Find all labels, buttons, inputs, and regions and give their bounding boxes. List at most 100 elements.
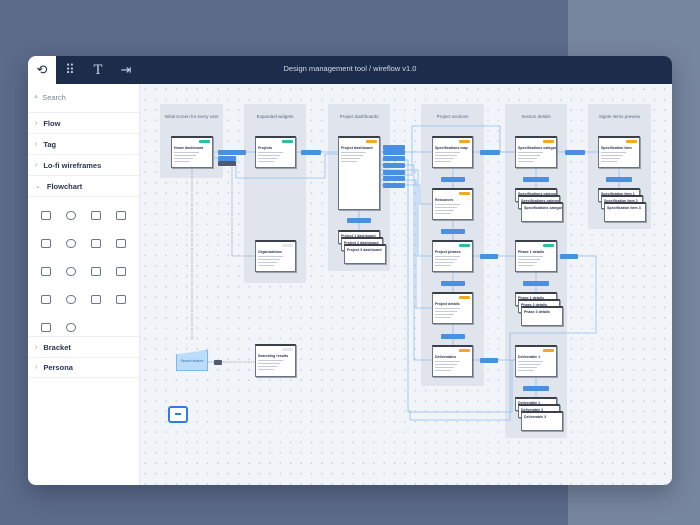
connector-label[interactable] (218, 161, 236, 166)
text-line (435, 207, 457, 208)
wireframe-card[interactable]: Home dashboard (171, 136, 213, 168)
wireframe-card[interactable]: Specifications category (515, 136, 557, 168)
card-title: Resources (435, 198, 454, 202)
flowchart-shape-icon[interactable] (116, 295, 126, 304)
wireframe-card[interactable]: Project details (432, 292, 473, 324)
window-title: Design management tool / wireflow v1.0 (283, 64, 417, 73)
text-line (518, 262, 538, 263)
connector-label[interactable] (523, 281, 549, 286)
wireframe-card[interactable]: Specification item (598, 136, 640, 168)
sidebar-item-lofi-wireframes[interactable]: › Lo-fi wireframes (28, 154, 139, 175)
connector (231, 162, 255, 257)
text-line (341, 155, 364, 156)
sidebar-item-flowchart[interactable]: ⌄ Flowchart (28, 175, 139, 196)
search-placeholder: Search (42, 92, 66, 102)
wireframe-card[interactable]: Deliverables (432, 345, 473, 377)
flowchart-shape-icon[interactable] (41, 267, 51, 276)
connector-label[interactable] (347, 218, 371, 223)
text-line (518, 259, 541, 260)
wireframe-card[interactable]: Resources (432, 188, 473, 220)
flowchart-shape-icon[interactable] (66, 267, 76, 276)
canvas[interactable]: Search feature Initial screen for every … (140, 84, 672, 485)
text-line (258, 360, 283, 361)
wireframe-card[interactable]: Searching results (255, 344, 296, 377)
wireframe-card[interactable]: Deliverable 3 (521, 411, 563, 431)
status-badge (199, 140, 210, 143)
connector-label[interactable] (441, 281, 465, 286)
connector-label[interactable] (560, 254, 578, 259)
connector-label[interactable] (383, 156, 405, 161)
text-line (601, 152, 627, 153)
flowchart-shape-icon[interactable] (91, 239, 101, 248)
connector-label[interactable] (383, 163, 405, 168)
flowchart-shape-icon[interactable] (41, 239, 51, 248)
search-input[interactable]: ⌕ Search (34, 92, 66, 102)
connector-label[interactable] (301, 150, 321, 155)
connector-label[interactable] (480, 150, 500, 155)
sidebar-item-flow[interactable]: › Flow (28, 112, 139, 133)
status-badge (459, 296, 470, 299)
connector-label[interactable] (441, 177, 465, 182)
text-line (435, 367, 454, 368)
connector-label[interactable] (523, 386, 549, 391)
flowchart-shape-icon[interactable] (116, 239, 126, 248)
card-title: Organizations (258, 250, 282, 254)
flowchart-shape-icon[interactable] (66, 323, 76, 332)
connector-label[interactable] (441, 334, 465, 339)
connector (380, 164, 432, 361)
wireframe-card[interactable]: Specification item 3 (604, 202, 646, 222)
connector-label[interactable] (441, 229, 465, 234)
wireframe-card[interactable]: Organizations (255, 240, 296, 272)
card-title: Project details (435, 302, 460, 306)
sidebar-item-bracket[interactable]: › Bracket (28, 336, 139, 357)
header: ⟲ ⠿ T ⇥ Design management tool / wireflo… (28, 56, 672, 84)
flowchart-shape-icon[interactable] (66, 295, 76, 304)
connector-label[interactable] (383, 176, 405, 181)
flowchart-shape-icon[interactable] (91, 267, 101, 276)
text-line (174, 155, 197, 156)
flowchart-shape-icon[interactable] (91, 295, 101, 304)
card-title: Project 3 dashboard (347, 248, 382, 252)
connector-label[interactable] (214, 360, 222, 365)
text-line (341, 152, 367, 153)
wireframe-card[interactable]: Specifications map (432, 136, 473, 168)
flowchart-shape-icon[interactable] (116, 267, 126, 276)
sidebar-item-label: Bracket (43, 342, 71, 352)
connector-label[interactable] (383, 183, 405, 188)
flowchart-shape-icon[interactable] (41, 211, 51, 220)
flowchart-shape-icon[interactable] (116, 211, 126, 220)
connector-label[interactable] (218, 150, 246, 155)
text-line (518, 367, 538, 368)
connector-label[interactable] (480, 358, 498, 363)
text-line (435, 256, 460, 257)
wireframe-card[interactable]: Deliverable 1 (515, 345, 557, 377)
flowchart-shape-icon[interactable] (91, 211, 101, 220)
status-badge (459, 192, 470, 195)
wireframe-card[interactable]: Specifications category 3 (521, 202, 563, 222)
text-line (258, 158, 277, 159)
card-title: Searching results (258, 354, 289, 358)
wireframe-card[interactable]: Project 3 dashboard (344, 244, 386, 264)
connector-label[interactable] (480, 254, 498, 259)
connector-label[interactable] (383, 170, 405, 175)
connector-label[interactable] (565, 150, 585, 155)
sidebar-item-label: Flowchart (46, 181, 83, 191)
flowchart-shape-icon[interactable] (41, 323, 51, 332)
wireframe-card[interactable]: Projects (255, 136, 296, 168)
text-line (258, 366, 277, 367)
wireframe-card[interactable]: Project phases (432, 240, 473, 272)
sidebar-item-label: Lo-fi wireframes (43, 160, 102, 170)
flowchart-shape-icon[interactable] (41, 295, 51, 304)
text-line (258, 262, 277, 263)
sidebar-item-persona[interactable]: › Persona (28, 357, 139, 378)
sidebar-item-tag[interactable]: › Tag (28, 133, 139, 154)
wireframe-card[interactable]: Project dashboard (338, 136, 380, 210)
flowchart-shape-icon[interactable] (66, 211, 76, 220)
connector-label[interactable] (606, 177, 632, 182)
connector-label[interactable] (383, 150, 405, 155)
wireframe-card[interactable]: Phase 3 details (521, 306, 563, 326)
card-title: Phase 1 details (518, 250, 544, 254)
wireframe-card[interactable]: Phase 1 details (515, 240, 557, 272)
connector-label[interactable] (523, 177, 549, 182)
flowchart-shape-icon[interactable] (66, 239, 76, 248)
